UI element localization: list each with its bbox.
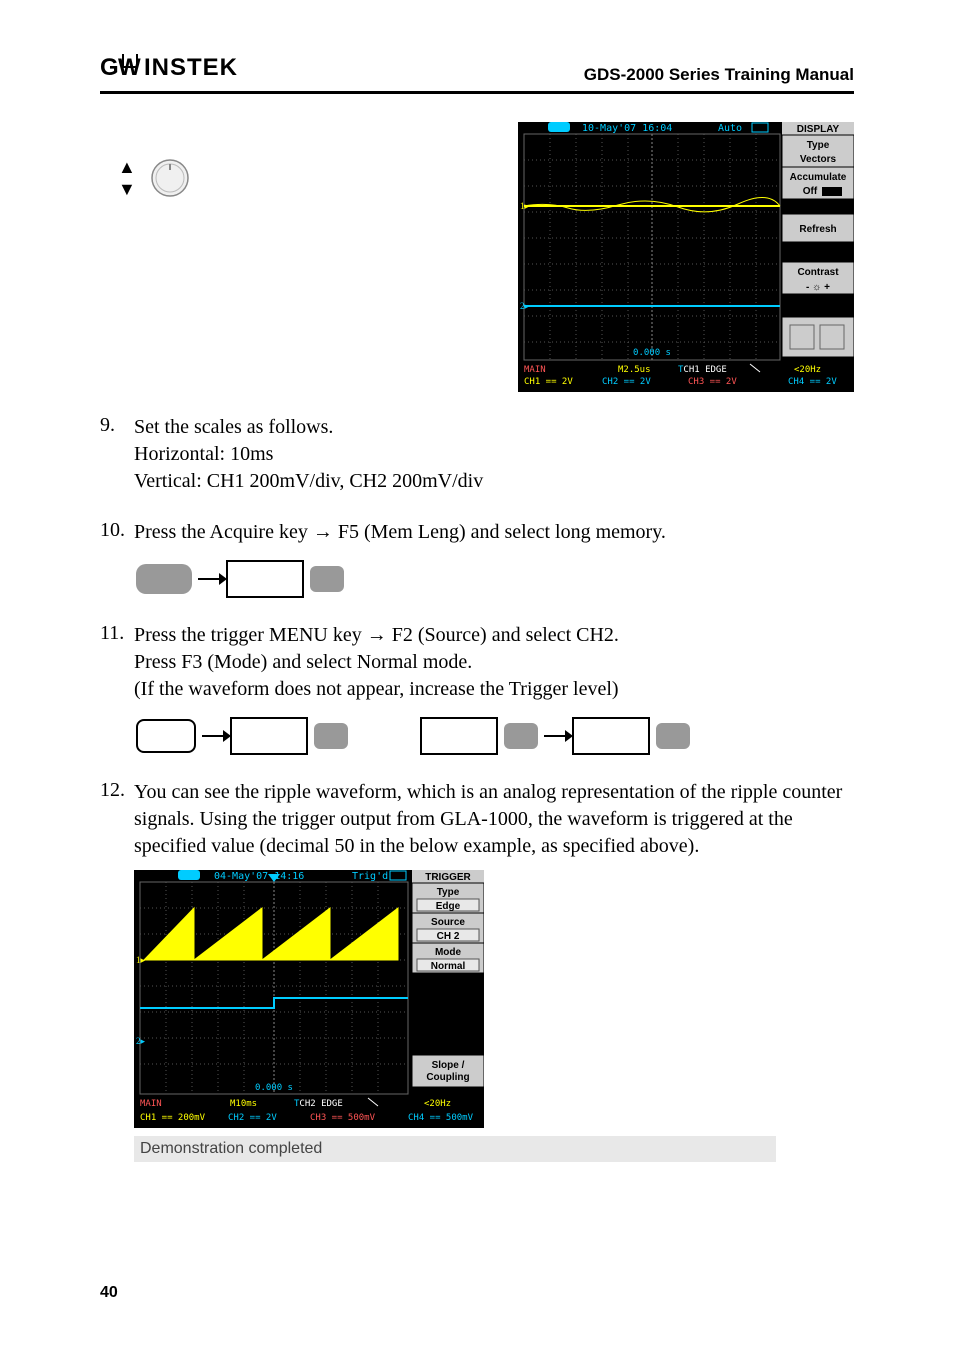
svg-text:MAIN: MAIN	[524, 365, 546, 375]
svg-text:Coupling: Coupling	[426, 1072, 469, 1083]
svg-text:Type: Type	[807, 140, 830, 151]
svg-text:Mode: Mode	[435, 947, 462, 958]
svg-text:Slope /: Slope /	[432, 1060, 465, 1071]
key-sequence-graphic	[420, 717, 690, 755]
step-number: 11.	[100, 622, 134, 755]
svg-text:CH4 == 500mV: CH4 == 500mV	[408, 1113, 474, 1123]
softkey-icon	[504, 723, 538, 749]
svg-text:CH3 == 2V: CH3 == 2V	[688, 377, 737, 387]
svg-text:Auto: Auto	[718, 123, 742, 134]
key-sequence-graphic	[136, 717, 348, 755]
step-text-line: Set the scales as follows.	[134, 416, 333, 438]
step-9: 9. Set the scales as follows. Horizontal…	[100, 414, 854, 495]
step-text-line: Press F3 (Mode) and select Normal mode.	[134, 651, 472, 673]
svg-text:Vectors: Vectors	[800, 154, 837, 165]
svg-text:<20Hz: <20Hz	[424, 1099, 451, 1109]
brand-logo: G W INSTEK	[100, 54, 270, 80]
svg-text:0.000 s: 0.000 s	[633, 348, 671, 358]
svg-text:10-May'07 16:04: 10-May'07 16:04	[582, 123, 672, 134]
svg-text:TRIGGER: TRIGGER	[425, 872, 471, 883]
oscilloscope-display-screenshot: 10-May'07 16:04 Auto DISPLAY Type Vector…	[518, 122, 854, 392]
svg-text:TCH2 EDGE: TCH2 EDGE	[294, 1099, 343, 1109]
up-arrow-icon: ▲	[118, 158, 136, 176]
svg-text:Trig'd: Trig'd	[352, 871, 388, 882]
step-12: 12. You can see the ripple waveform, whi…	[100, 779, 854, 1162]
svg-text:Contrast: Contrast	[797, 267, 839, 278]
svg-text:Source: Source	[431, 917, 465, 928]
svg-text:Type: Type	[437, 887, 460, 898]
svg-text:0.000 s: 0.000 s	[255, 1083, 293, 1093]
svg-text:M2.5us: M2.5us	[618, 365, 651, 375]
svg-text:Off: Off	[803, 186, 818, 197]
page-header: G W INSTEK GDS-2000 Series Training Manu…	[100, 54, 854, 94]
blank-key-icon	[572, 717, 650, 755]
step-text-line: You can see the ripple waveform, which i…	[134, 781, 842, 857]
arrow-right-icon	[202, 735, 224, 737]
blank-key-icon	[420, 717, 498, 755]
svg-text:CH1 == 2V: CH1 == 2V	[524, 377, 573, 387]
arrow-right-icon	[544, 735, 566, 737]
svg-text:CH1 == 200mV: CH1 == 200mV	[140, 1113, 206, 1123]
svg-text:- ☼ +: - ☼ +	[806, 282, 830, 293]
step-text-line: Press the trigger MENU key → F2 (Source)…	[134, 624, 619, 646]
svg-text:CH4 == 2V: CH4 == 2V	[788, 377, 837, 387]
svg-text:Refresh: Refresh	[799, 224, 836, 235]
header-title: GDS-2000 Series Training Manual	[584, 65, 854, 85]
svg-text:CH 2: CH 2	[437, 931, 460, 942]
svg-text:Normal: Normal	[431, 961, 466, 972]
softkey-icon	[310, 566, 344, 592]
step-number: 10.	[100, 519, 134, 598]
key-sequence-graphic	[136, 560, 854, 598]
svg-text:G: G	[100, 54, 119, 80]
svg-text:Accumulate: Accumulate	[790, 172, 847, 183]
menu-key-icon	[136, 719, 196, 753]
step-text-line: Vertical: CH1 200mV/div, CH2 200mV/div	[134, 470, 483, 492]
softkey-icon	[656, 723, 690, 749]
arrow-right-icon	[198, 578, 220, 580]
blank-key-icon	[226, 560, 304, 598]
svg-text:MAIN: MAIN	[140, 1099, 162, 1109]
arrows-dial-graphic: ▲ ▼	[118, 158, 190, 198]
svg-text:CH2 == 2V: CH2 == 2V	[228, 1113, 277, 1123]
svg-text:CH2 == 2V: CH2 == 2V	[602, 377, 651, 387]
svg-text:INSTEK: INSTEK	[144, 54, 238, 80]
step-text-line: Press the Acquire key → F5 (Mem Leng) an…	[134, 521, 666, 543]
dial-icon	[150, 158, 190, 198]
svg-text:1▸: 1▸	[136, 955, 146, 965]
svg-text:Edge: Edge	[436, 901, 461, 912]
down-arrow-icon: ▼	[118, 180, 136, 198]
acquire-key-icon	[136, 564, 192, 594]
svg-text:<20Hz: <20Hz	[794, 365, 821, 375]
step-number: 9.	[100, 414, 134, 495]
svg-text:2▸: 2▸	[520, 301, 530, 311]
svg-text:2▸: 2▸	[136, 1036, 146, 1046]
svg-text:M10ms: M10ms	[230, 1099, 257, 1109]
step-11: 11. Press the trigger MENU key → F2 (Sou…	[100, 622, 854, 755]
step-number: 12.	[100, 779, 134, 1162]
step-10: 10. Press the Acquire key → F5 (Mem Leng…	[100, 519, 854, 598]
svg-text:1▸: 1▸	[520, 201, 530, 211]
svg-text:DISPLAY: DISPLAY	[797, 124, 840, 135]
svg-text:CH3 == 500mV: CH3 == 500mV	[310, 1113, 376, 1123]
oscilloscope-trigger-screenshot: 04-May'07 14:16 Trig'd TRIGGER Type Edge	[134, 870, 484, 1128]
svg-text:04-May'07 14:16: 04-May'07 14:16	[214, 871, 304, 882]
page-number: 40	[100, 1284, 118, 1302]
softkey-icon	[314, 723, 348, 749]
svg-text:TCH1 EDGE: TCH1 EDGE	[678, 365, 727, 375]
blank-key-icon	[230, 717, 308, 755]
demonstration-complete-bar: Demonstration completed	[134, 1136, 776, 1162]
step-text-line: Horizontal: 10ms	[134, 443, 273, 465]
step-text-line: (If the waveform does not appear, increa…	[134, 678, 619, 700]
